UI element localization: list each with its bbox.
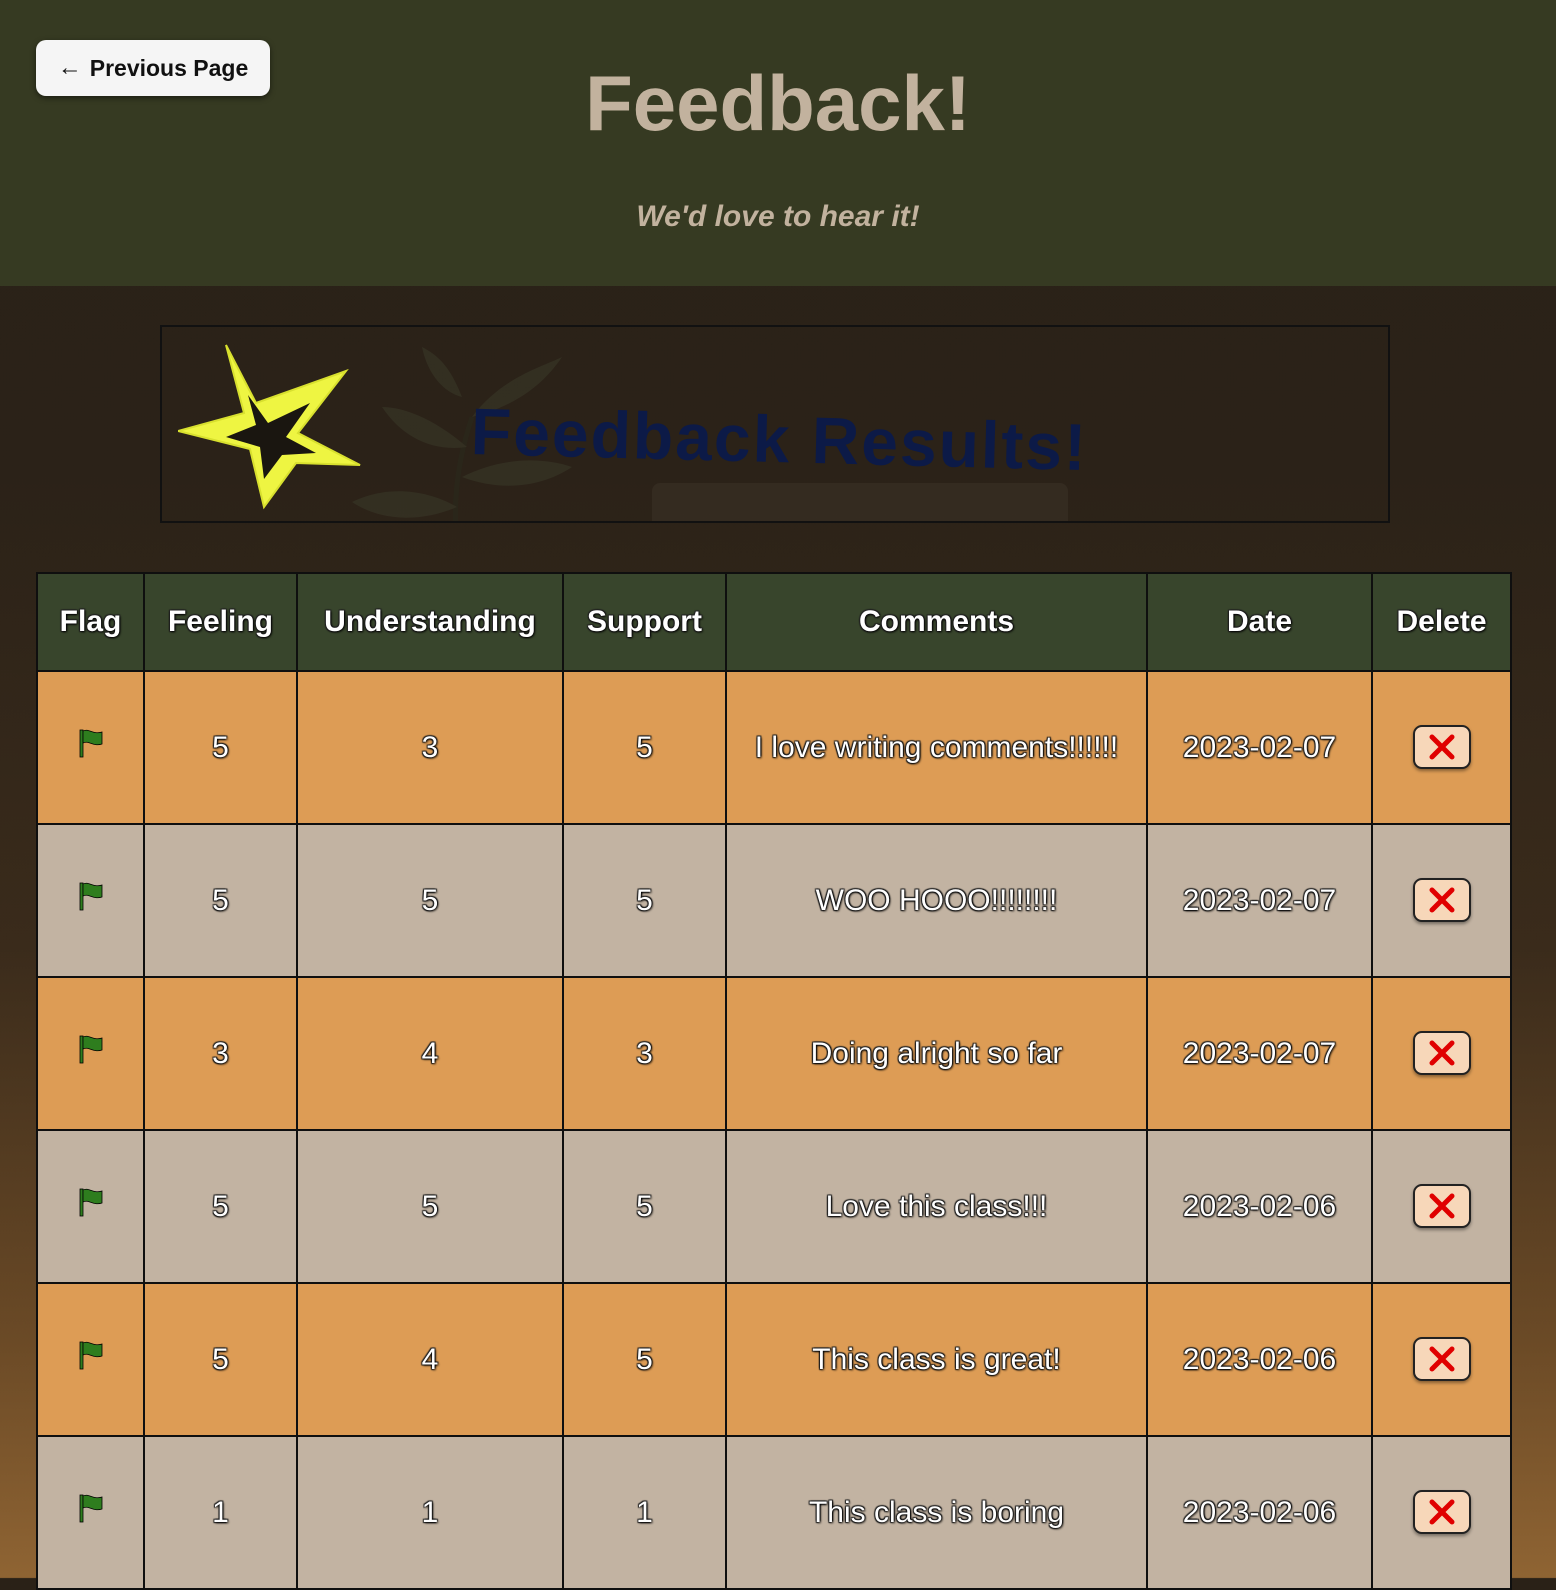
column-header-delete: Delete — [1371, 572, 1512, 672]
column-header-understanding: Understanding — [296, 572, 564, 672]
comments-cell: This class is boring — [725, 1435, 1148, 1590]
flag-cell — [36, 976, 145, 1131]
flag-icon[interactable] — [77, 880, 105, 912]
column-header-feeling: Feeling — [143, 572, 298, 672]
flag-icon[interactable] — [77, 1033, 105, 1065]
flag-cell — [36, 670, 145, 825]
date-cell: 2023-02-06 — [1146, 1435, 1373, 1590]
date-cell: 2023-02-06 — [1146, 1282, 1373, 1437]
feeling-cell: 3 — [143, 976, 298, 1131]
delete-cell — [1371, 670, 1512, 825]
feeling-cell: 5 — [143, 1129, 298, 1284]
column-header-date: Date — [1146, 572, 1373, 672]
comments-cell: I love writing comments!!!!!! — [725, 670, 1148, 825]
table-row: 3 4 3 Doing alright so far 2023-02-07 — [36, 976, 1512, 1131]
page-title: Feedback! — [585, 59, 971, 147]
understanding-cell: 4 — [296, 1282, 564, 1437]
understanding-cell: 3 — [296, 670, 564, 825]
table-row: 1 1 1 This class is boring 2023-02-06 — [36, 1435, 1512, 1590]
date-cell: 2023-02-06 — [1146, 1129, 1373, 1284]
date-cell: 2023-02-07 — [1146, 823, 1373, 978]
delete-button[interactable] — [1412, 1490, 1471, 1534]
star-icon — [178, 344, 361, 510]
close-x-icon — [1429, 1040, 1454, 1066]
banner-title: Feedback Results! — [470, 393, 1089, 485]
delete-cell — [1371, 823, 1512, 978]
understanding-cell: 4 — [296, 976, 564, 1131]
flag-icon[interactable] — [77, 1186, 105, 1218]
comments-cell: WOO HOOO!!!!!!!! — [725, 823, 1148, 978]
close-x-icon — [1429, 734, 1454, 760]
table-row: 5 5 5 Love this class!!! 2023-02-06 — [36, 1129, 1512, 1284]
comments-cell: Love this class!!! — [725, 1129, 1148, 1284]
column-header-flag: Flag — [36, 572, 145, 672]
flag-cell — [36, 1435, 145, 1590]
feedback-results-banner: Feedback Results! — [160, 325, 1390, 523]
delete-cell — [1371, 1129, 1512, 1284]
table-row: 5 5 5 WOO HOOO!!!!!!!! 2023-02-07 — [36, 823, 1512, 978]
delete-button[interactable] — [1412, 1184, 1471, 1228]
page-subtitle: We'd love to hear it! — [636, 200, 920, 233]
understanding-cell: 1 — [296, 1435, 564, 1590]
feeling-cell: 5 — [143, 1282, 298, 1437]
flag-cell — [36, 823, 145, 978]
delete-button[interactable] — [1412, 1031, 1471, 1075]
table-row: 5 3 5 I love writing comments!!!!!! 2023… — [36, 670, 1512, 825]
support-cell: 5 — [562, 670, 727, 825]
close-x-icon — [1429, 1346, 1454, 1372]
table-row: 5 4 5 This class is great! 2023-02-06 — [36, 1282, 1512, 1437]
close-x-icon — [1429, 1193, 1454, 1219]
date-cell: 2023-02-07 — [1146, 670, 1373, 825]
feeling-cell: 1 — [143, 1435, 298, 1590]
delete-button[interactable] — [1412, 1337, 1471, 1381]
flag-cell — [36, 1282, 145, 1437]
delete-cell — [1371, 976, 1512, 1131]
understanding-cell: 5 — [296, 1129, 564, 1284]
understanding-cell: 5 — [296, 823, 564, 978]
flag-icon[interactable] — [77, 727, 105, 759]
support-cell: 5 — [562, 1282, 727, 1437]
close-x-icon — [1429, 1499, 1454, 1525]
feedback-table: Flag Feeling Understanding Support Comme… — [36, 572, 1512, 1590]
date-cell: 2023-02-07 — [1146, 976, 1373, 1131]
feeling-cell: 5 — [143, 670, 298, 825]
page-header: ← Previous Page Feedback! We'd love to h… — [0, 0, 1556, 286]
support-cell: 1 — [562, 1435, 727, 1590]
close-x-icon — [1429, 887, 1454, 913]
delete-cell — [1371, 1435, 1512, 1590]
delete-button[interactable] — [1412, 878, 1471, 922]
laptop-image — [652, 483, 1068, 521]
column-header-comments: Comments — [725, 572, 1148, 672]
feeling-cell: 5 — [143, 823, 298, 978]
support-cell: 5 — [562, 823, 727, 978]
column-header-support: Support — [562, 572, 727, 672]
flag-icon[interactable] — [77, 1339, 105, 1371]
delete-button[interactable] — [1412, 725, 1471, 769]
comments-cell: Doing alright so far — [725, 976, 1148, 1131]
support-cell: 5 — [562, 1129, 727, 1284]
comments-cell: This class is great! — [725, 1282, 1148, 1437]
table-header-row: Flag Feeling Understanding Support Comme… — [36, 572, 1512, 672]
support-cell: 3 — [562, 976, 727, 1131]
flag-cell — [36, 1129, 145, 1284]
flag-icon[interactable] — [77, 1492, 105, 1524]
delete-cell — [1371, 1282, 1512, 1437]
